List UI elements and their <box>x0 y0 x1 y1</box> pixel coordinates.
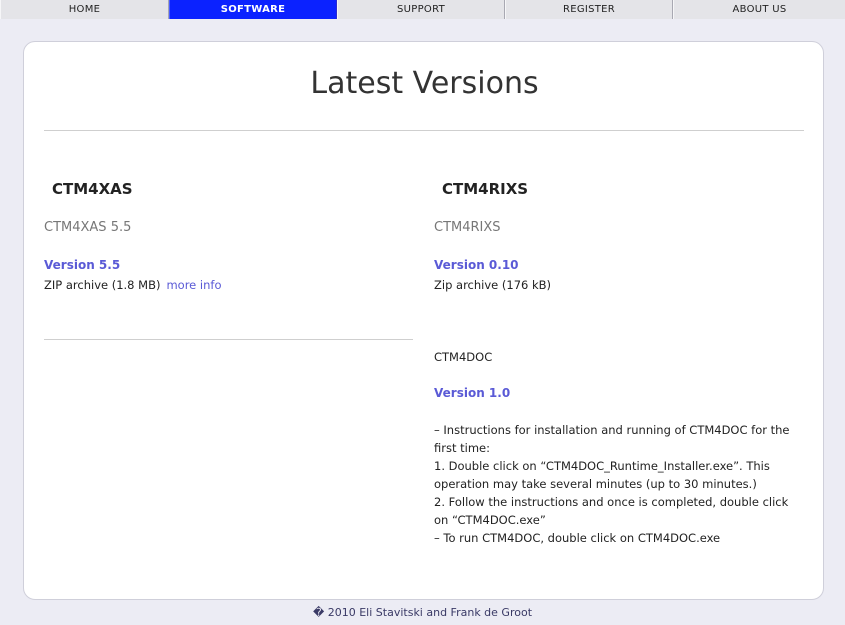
ctm4rixs-name: CTM4RIXS <box>434 220 501 235</box>
instruction-line: – Instructions for installation and runn… <box>434 423 790 455</box>
ctm4xas-name: CTM4XAS 5.5 <box>44 220 132 235</box>
nav-register[interactable]: REGISTER <box>505 0 673 19</box>
top-nav: HOME SOFTWARE SUPPORT REGISTER ABOUT US <box>0 0 845 19</box>
instruction-line: – To run CTM4DOC, double click on CTM4DO… <box>434 531 721 545</box>
nav-about-us[interactable]: ABOUT US <box>673 0 845 19</box>
ctm4rixs-version-link[interactable]: Version 0.10 <box>434 258 519 272</box>
instruction-line: 2. Follow the instructions and once is c… <box>434 495 789 527</box>
nav-software[interactable]: SOFTWARE <box>169 0 337 19</box>
ctm4doc-name: CTM4DOC <box>434 350 493 364</box>
ctm4xas-archive-row: ZIP archive (1.8 MB) more info <box>44 278 221 292</box>
content-card: Latest Versions CTM4XAS CTM4XAS 5.5 Vers… <box>23 41 824 600</box>
page-title: Latest Versions <box>310 66 539 101</box>
ctm4xas-version-link[interactable]: Version 5.5 <box>44 258 120 272</box>
title-divider <box>44 130 804 131</box>
ctm4xas-heading: CTM4XAS <box>52 180 133 198</box>
instruction-line: 1. Double click on “CTM4DOC_Runtime_Inst… <box>434 459 770 491</box>
ctm4rixs-heading: CTM4RIXS <box>442 180 529 198</box>
nav-support[interactable]: SUPPORT <box>337 0 505 19</box>
more-info-link[interactable]: more info <box>166 278 221 292</box>
ctm4rixs-archive-text: Zip archive (176 kB) <box>434 278 552 292</box>
ctm4doc-version-link[interactable]: Version 1.0 <box>434 386 510 400</box>
ctm4xas-archive-text: ZIP archive (1.8 MB) <box>44 278 161 292</box>
ctm4doc-instructions: – Instructions for installation and runn… <box>434 421 806 547</box>
left-column-divider <box>44 339 413 340</box>
footer-copyright: � 2010 Eli Stavitski and Frank de Groot <box>312 606 533 619</box>
nav-home[interactable]: HOME <box>0 0 169 19</box>
